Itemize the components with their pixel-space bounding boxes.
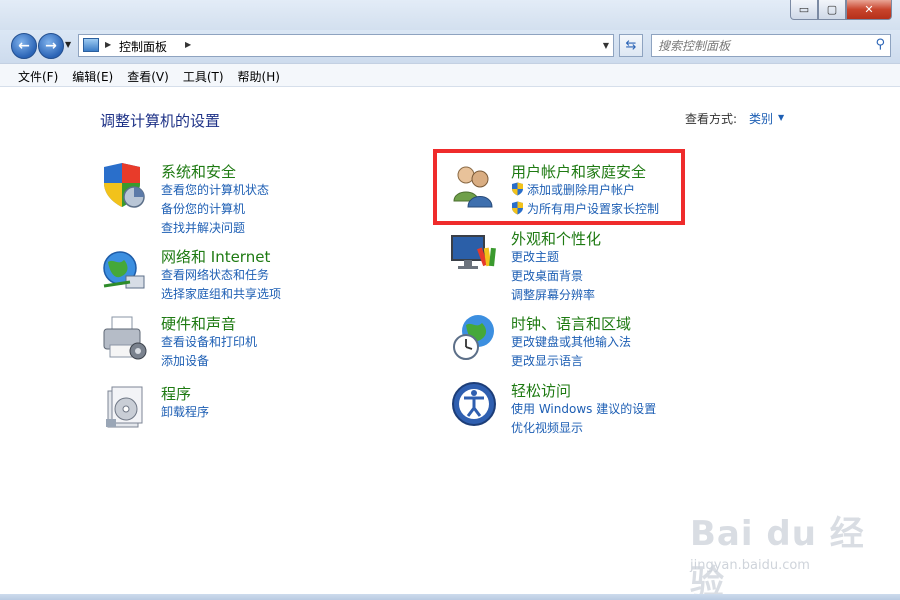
link-homegroup-sharing[interactable]: 选择家庭组和共享选项 <box>161 285 281 302</box>
category-title[interactable]: 程序 <box>161 383 191 404</box>
link-change-desktop-background[interactable]: 更改桌面背景 <box>511 267 583 284</box>
maximize-button[interactable]: ▢ <box>818 0 846 20</box>
link-optimize-visual-display[interactable]: 优化视频显示 <box>511 419 583 436</box>
close-button[interactable]: ✕ <box>846 0 892 20</box>
menu-view[interactable]: 查看(V) <box>120 64 176 86</box>
chevron-down-icon[interactable]: ▼ <box>778 113 784 122</box>
category-title[interactable]: 轻松访问 <box>511 380 571 401</box>
link-view-devices-printers[interactable]: 查看设备和打印机 <box>161 333 257 350</box>
category-title[interactable]: 时钟、语言和区域 <box>511 313 631 334</box>
link-find-fix-problems[interactable]: 查找并解决问题 <box>161 219 245 236</box>
monitor-palette-icon <box>451 235 496 269</box>
category-ease-of-access: 轻松访问 使用 Windows 建议的设置 优化视频显示 <box>450 380 750 435</box>
back-button[interactable]: ← <box>11 33 37 59</box>
window-bottom-border <box>0 594 900 600</box>
menu-tools[interactable]: 工具(T) <box>176 64 231 86</box>
category-programs: 程序 卸载程序 <box>100 383 400 433</box>
back-arrow-icon: ← <box>18 38 30 54</box>
link-back-up-computer[interactable]: 备份您的计算机 <box>161 200 245 217</box>
menu-edit[interactable]: 编辑(E) <box>65 64 120 86</box>
view-by-dropdown[interactable]: 类别 <box>749 110 773 127</box>
breadcrumb-arrow-icon[interactable]: ▶ <box>105 40 111 49</box>
link-view-computer-status[interactable]: 查看您的计算机状态 <box>161 181 269 198</box>
view-by-label: 查看方式: <box>685 112 738 126</box>
address-toolbar: ← → ▼ ▶ 控制面板 ▶ ▼ ⇆ ⚲ <box>0 30 900 63</box>
title-bar: ▭ ▢ ✕ <box>0 0 900 30</box>
forward-button[interactable]: → <box>38 33 64 59</box>
search-box[interactable]: ⚲ <box>651 34 891 57</box>
printer-icon <box>103 316 147 360</box>
shield-computer-icon <box>104 163 145 208</box>
menu-file[interactable]: 文件(F) <box>0 64 65 86</box>
category-title[interactable]: 硬件和声音 <box>161 313 236 334</box>
link-change-display-language[interactable]: 更改显示语言 <box>511 352 583 369</box>
content-area: 调整计算机的设置 查看方式: 类别 ▼ 系统和安全 查看您的计算机状态 备份您的… <box>0 87 900 600</box>
category-title[interactable]: 网络和 Internet <box>161 246 270 267</box>
category-title[interactable]: 系统和安全 <box>161 161 236 182</box>
category-system-security: 系统和安全 查看您的计算机状态 备份您的计算机 查找并解决问题 <box>100 161 400 235</box>
search-icon[interactable]: ⚲ <box>875 37 885 52</box>
window-controls: ▭ ▢ ✕ <box>790 0 892 20</box>
ease-of-access-icon <box>452 382 496 426</box>
refresh-icon: ⇆ <box>625 38 637 53</box>
search-input[interactable] <box>658 36 863 56</box>
category-clock-language-region: 时钟、语言和区域 更改键盘或其他输入法 更改显示语言 <box>450 313 750 368</box>
link-uninstall-program[interactable]: 卸载程序 <box>161 403 209 420</box>
link-windows-recommended-settings[interactable]: 使用 Windows 建议的设置 <box>511 400 656 417</box>
recent-pages-dropdown[interactable]: ▼ <box>65 40 71 49</box>
clock-globe-icon <box>453 315 494 360</box>
category-network-internet: 网络和 Internet 查看网络状态和任务 选择家庭组和共享选项 <box>100 246 400 301</box>
control-panel-icon <box>83 38 99 52</box>
link-view-network-status[interactable]: 查看网络状态和任务 <box>161 266 269 283</box>
link-change-keyboard[interactable]: 更改键盘或其他输入法 <box>511 333 631 350</box>
network-globe-icon <box>103 251 145 289</box>
programs-icon <box>106 386 143 428</box>
baidu-watermark: Bai du 经验 jingyan.baidu.com <box>690 498 890 600</box>
minimize-button[interactable]: ▭ <box>790 0 818 20</box>
link-adjust-resolution[interactable]: 调整屏幕分辨率 <box>511 286 595 303</box>
address-dropdown-icon[interactable]: ▼ <box>603 41 609 50</box>
menu-help[interactable]: 帮助(H) <box>231 64 287 86</box>
address-bar[interactable]: ▶ 控制面板 ▶ ▼ <box>78 34 614 57</box>
link-change-theme[interactable]: 更改主题 <box>511 248 559 265</box>
category-title[interactable]: 外观和个性化 <box>511 228 601 249</box>
breadcrumb-arrow-icon[interactable]: ▶ <box>185 40 191 49</box>
category-hardware-sound: 硬件和声音 查看设备和打印机 添加设备 <box>100 313 400 368</box>
menu-bar: 文件(F) 编辑(E) 查看(V) 工具(T) 帮助(H) <box>0 63 900 87</box>
watermark-brand: Bai du 经验 <box>690 514 865 600</box>
forward-arrow-icon: → <box>45 38 57 54</box>
link-add-device[interactable]: 添加设备 <box>161 352 209 369</box>
category-appearance: 外观和个性化 更改主题 更改桌面背景 调整屏幕分辨率 <box>450 228 750 302</box>
control-panel-window: ▭ ▢ ✕ ← → ▼ ▶ 控制面板 ▶ ▼ ⇆ ⚲ 文件(F) 编辑(E) 查… <box>0 0 900 600</box>
watermark-url: jingyan.baidu.com <box>690 558 810 573</box>
breadcrumb-control-panel[interactable]: 控制面板 <box>119 38 167 55</box>
highlight-box <box>433 149 685 225</box>
refresh-button[interactable]: ⇆ <box>619 34 643 57</box>
page-title: 调整计算机的设置 <box>100 112 221 130</box>
